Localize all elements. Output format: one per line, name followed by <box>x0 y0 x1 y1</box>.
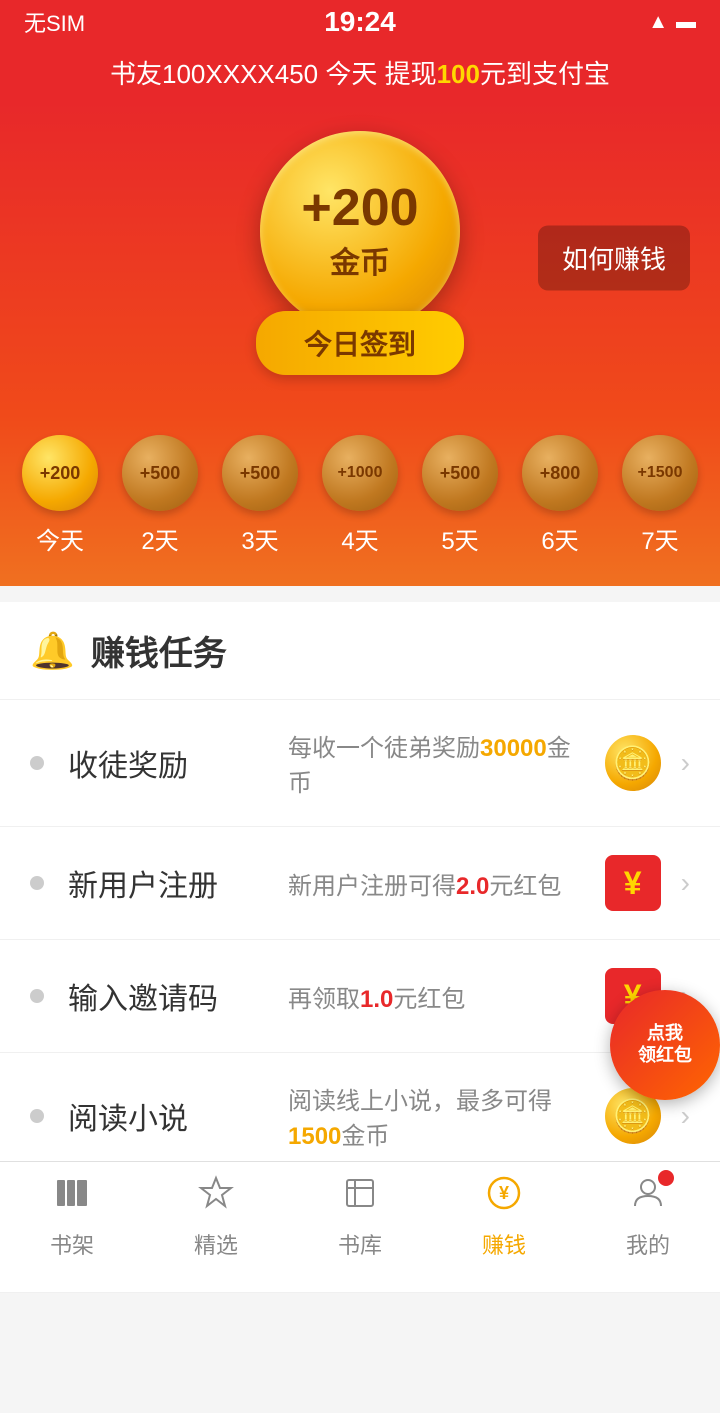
nav-icon-书架 <box>53 1174 91 1222</box>
task-desc-2: 再领取1.0元红包 <box>288 979 593 1014</box>
task-desc-3: 阅读线上小说，最多可得1500金币 <box>288 1081 593 1151</box>
streak-coin-1: +500 <box>122 435 198 511</box>
streak-label-4: 5天 <box>441 521 478 556</box>
earn-button[interactable]: 如何赚钱 <box>538 226 690 291</box>
checkin-button[interactable]: 今日签到 <box>256 311 464 375</box>
task-icon-red-1: ¥ <box>605 855 661 911</box>
streak-label-2: 3天 <box>241 521 278 556</box>
streak-item-4: +500 5天 <box>422 435 498 556</box>
banner-text2: 元到支付宝 <box>480 59 610 89</box>
streak-label-6: 7天 <box>641 521 678 556</box>
streak-item-0: +200 今天 <box>22 435 98 556</box>
streak-label-1: 2天 <box>141 521 178 556</box>
task-name-1: 新用户注册 <box>68 861 288 905</box>
nav-icon-精选 <box>197 1174 235 1222</box>
coin-circle: +200 金币 <box>260 131 460 331</box>
streak-item-5: +800 6天 <box>522 435 598 556</box>
streak-coin-2: +500 <box>222 435 298 511</box>
streak-item-1: +500 2天 <box>122 435 198 556</box>
status-icons: ▲ ▬ <box>648 11 696 34</box>
hero-section: +200 金币 今日签到 如何赚钱 <box>0 101 720 415</box>
top-banner: 书友100XXXX450 今天 提现100元到支付宝 <box>0 44 720 101</box>
banner-highlight: 100 <box>437 59 480 89</box>
streak-coin-3: +1000 <box>322 435 398 511</box>
nav-item-赚钱[interactable]: ¥ 赚钱 <box>482 1174 526 1260</box>
task-item-0[interactable]: 收徒奖励每收一个徒弟奖励30000金币🪙 › <box>0 700 720 827</box>
task-arrow-1: › <box>681 867 690 899</box>
bottom-nav: 书架 精选 书库 ¥ 赚钱 我的 <box>0 1161 720 1280</box>
wifi-icon: ▲ <box>648 11 668 34</box>
task-item-1[interactable]: 新用户注册新用户注册可得2.0元红包 ¥ › <box>0 827 720 940</box>
status-bar: 无SIM 19:24 ▲ ▬ <box>0 0 720 44</box>
coin-container: +200 金币 今日签到 <box>256 131 464 375</box>
task-desc-0: 每收一个徒弟奖励30000金币 <box>288 728 593 798</box>
streak-item-2: +500 3天 <box>222 435 298 556</box>
task-dot-3 <box>30 1109 44 1123</box>
streak-coin-6: +1500 <box>622 435 698 511</box>
nav-label-书架: 书架 <box>50 1228 94 1260</box>
task-dot-0 <box>30 756 44 770</box>
task-dot-2 <box>30 989 44 1003</box>
nav-label-精选: 精选 <box>194 1228 238 1260</box>
task-header: 🔔 赚钱任务 <box>0 602 720 700</box>
streak-label-3: 4天 <box>341 521 378 556</box>
nav-label-书库: 书库 <box>338 1228 382 1260</box>
streak-label-5: 6天 <box>541 521 578 556</box>
float-redpacket-button[interactable]: 点我 领红包 <box>610 990 720 1100</box>
streak-item-3: +1000 4天 <box>322 435 398 556</box>
carrier-label: 无SIM <box>24 6 85 38</box>
nav-label-我的: 我的 <box>626 1228 670 1260</box>
task-header-title: 赚钱任务 <box>91 626 227 675</box>
task-icon-coin-0: 🪙 <box>605 735 661 791</box>
nav-badge-我的 <box>658 1170 674 1186</box>
task-arrow-3: › <box>681 1100 690 1132</box>
task-name-3: 阅读小说 <box>68 1094 288 1138</box>
nav-item-书库[interactable]: 书库 <box>338 1174 382 1260</box>
svg-text:¥: ¥ <box>499 1183 509 1203</box>
task-desc-1: 新用户注册可得2.0元红包 <box>288 866 593 901</box>
nav-label-赚钱: 赚钱 <box>482 1228 526 1260</box>
nav-item-我的[interactable]: 我的 <box>626 1174 670 1260</box>
task-name-0: 收徒奖励 <box>68 741 288 785</box>
streak-coin-4: +500 <box>422 435 498 511</box>
battery-icon: ▬ <box>676 11 696 34</box>
banner-text1: 书友100XXXX450 今天 提现 <box>110 59 437 89</box>
nav-icon-书库 <box>341 1174 379 1222</box>
streak-item-6: +1500 7天 <box>622 435 698 556</box>
streak-coin-0: +200 <box>22 435 98 511</box>
time-label: 19:24 <box>324 6 396 38</box>
bell-icon: 🔔 <box>30 630 75 672</box>
streak-section: +200 今天 +500 2天 +500 3天 +1000 4天 +500 5天 +800 6天 +15… <box>0 415 720 586</box>
nav-item-精选[interactable]: 精选 <box>194 1174 238 1260</box>
task-arrow-0: › <box>681 747 690 779</box>
coin-unit: 金币 <box>330 238 390 282</box>
streak-coin-5: +800 <box>522 435 598 511</box>
float-text-line2: 领红包 <box>638 1045 692 1067</box>
coin-amount: +200 <box>301 180 418 237</box>
task-name-2: 输入邀请码 <box>68 974 288 1018</box>
nav-icon-赚钱: ¥ <box>485 1174 523 1222</box>
nav-item-书架[interactable]: 书架 <box>50 1174 94 1260</box>
streak-label-0: 今天 <box>36 521 84 556</box>
float-text-line1: 点我 <box>647 1023 683 1045</box>
task-dot-1 <box>30 876 44 890</box>
